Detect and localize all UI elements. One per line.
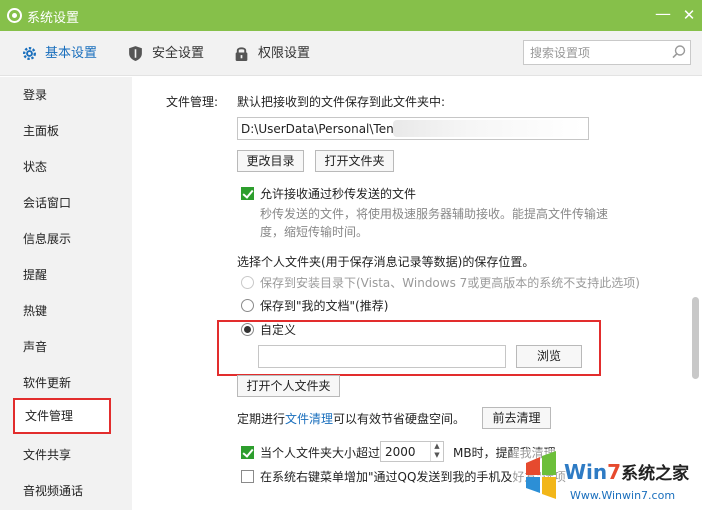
my-docs-radio[interactable]: [241, 299, 254, 312]
stepper-arrows-icon[interactable]: ▲ ▼: [430, 442, 443, 461]
size-limit-value: 2000: [385, 445, 416, 459]
search-box: [523, 40, 691, 65]
fast-transfer-desc-line1: 秒传发送的文件，将使用极速服务器辅助接收。能提高文件传输速: [260, 207, 609, 221]
tab-basic-settings[interactable]: 基本设置: [21, 31, 111, 76]
sidebar-item-software-update[interactable]: 软件更新: [0, 365, 132, 401]
size-reminder-checkbox[interactable]: [241, 446, 254, 459]
sidebar-item-chat-window[interactable]: 会话窗口: [0, 185, 132, 221]
open-folder-button[interactable]: 打开文件夹: [315, 150, 394, 172]
sidebar-item-status[interactable]: 状态: [0, 149, 132, 185]
sidebar-item-file-sharing[interactable]: 文件共享: [0, 437, 132, 473]
sidebar-item-file-management[interactable]: 文件管理: [13, 398, 111, 434]
app-icon: [7, 8, 22, 23]
file-cleanup-link[interactable]: 文件清理: [285, 412, 333, 426]
tab-security-settings[interactable]: 安全设置: [128, 31, 218, 76]
shield-icon: [129, 46, 142, 61]
tab-security-settings-label: 安全设置: [152, 46, 205, 61]
sidebar-item-sound[interactable]: 声音: [0, 329, 132, 365]
personal-folder-title: 选择个人文件夹(用于保存消息记录等数据)的保存位置。: [237, 255, 535, 269]
cleanup-hint: 定期进行文件清理可以有效节省硬盘空间。: [237, 410, 465, 427]
install-dir-radio-label: 保存到安装目录下(Vista、Windows 7或更高版本的系统不支持此选项): [260, 276, 640, 290]
section-label: 文件管理:: [166, 95, 219, 109]
go-cleanup-button[interactable]: 前去清理: [482, 407, 551, 429]
sidebar-item-info-display[interactable]: 信息展示: [0, 221, 132, 257]
sidebar: 登录 主面板 状态 会话窗口 信息展示 提醒 热键 声音 软件更新 文件管理 文…: [0, 77, 132, 510]
title-bar: 系统设置 — ✕: [0, 0, 702, 31]
cleanup-hint-suffix: 可以有效节省硬盘空间。: [333, 412, 466, 426]
close-button[interactable]: ✕: [678, 0, 700, 31]
open-personal-folder-button[interactable]: 打开个人文件夹: [237, 375, 340, 397]
search-icon[interactable]: [671, 44, 687, 60]
vertical-scrollbar[interactable]: [689, 77, 702, 510]
browse-button[interactable]: 浏览: [516, 345, 582, 368]
sidebar-item-main-panel[interactable]: 主面板: [0, 113, 132, 149]
tab-permission-settings-label: 权限设置: [258, 46, 311, 61]
sidebar-item-av-call[interactable]: 音视频通话: [0, 473, 132, 509]
size-limit-stepper[interactable]: 2000 ▲ ▼: [380, 441, 444, 462]
lock-icon: [235, 47, 248, 61]
search-input[interactable]: [530, 44, 665, 61]
custom-radio-label: 自定义: [260, 323, 297, 337]
svg-text:Www.Winwin7.com: Www.Winwin7.com: [570, 489, 675, 502]
allow-fast-transfer-label: 允许接收通过秒传发送的文件: [260, 187, 417, 201]
download-path-field[interactable]: D:\UserData\Personal\Ten: [237, 117, 589, 140]
tab-basic-settings-label: 基本设置: [45, 46, 98, 61]
cleanup-hint-prefix: 定期进行: [237, 412, 286, 426]
sidebar-item-reminder[interactable]: 提醒: [0, 257, 132, 293]
save-location-description: 默认把接收到的文件保存到此文件夹中:: [237, 95, 446, 109]
tab-permission-settings[interactable]: 权限设置: [234, 31, 324, 76]
svg-text:Win7系统之家: Win7系统之家: [564, 460, 689, 484]
win7-watermark-logo: Win7系统之家 Www.Winwin7.com: [512, 449, 702, 510]
my-docs-radio-label: 保存到"我的文档"(推荐): [260, 299, 389, 313]
window-title: 系统设置: [27, 11, 80, 26]
custom-path-input[interactable]: [258, 345, 506, 368]
scrollbar-thumb[interactable]: [692, 297, 699, 379]
change-directory-button[interactable]: 更改目录: [237, 150, 304, 172]
install-dir-radio[interactable]: [241, 276, 254, 289]
redacted-path-blur: [393, 120, 583, 137]
sidebar-item-login[interactable]: 登录: [0, 77, 132, 113]
gear-icon: [23, 47, 36, 60]
file-management-panel: 文件管理: 默认把接收到的文件保存到此文件夹中: D:\UserData\Per…: [132, 77, 702, 510]
size-reminder-label-prefix: 当个人文件夹大小超过: [260, 446, 381, 460]
allow-fast-transfer-checkbox[interactable]: [241, 187, 254, 200]
download-path-value: D:\UserData\Personal\Ten: [241, 122, 394, 136]
fast-transfer-desc-line2: 度，缩短传输时间。: [260, 225, 369, 239]
custom-radio[interactable]: [241, 323, 254, 336]
minimize-button[interactable]: —: [652, 0, 674, 31]
context-menu-checkbox[interactable]: [241, 470, 254, 483]
sidebar-item-hotkeys[interactable]: 热键: [0, 293, 132, 329]
